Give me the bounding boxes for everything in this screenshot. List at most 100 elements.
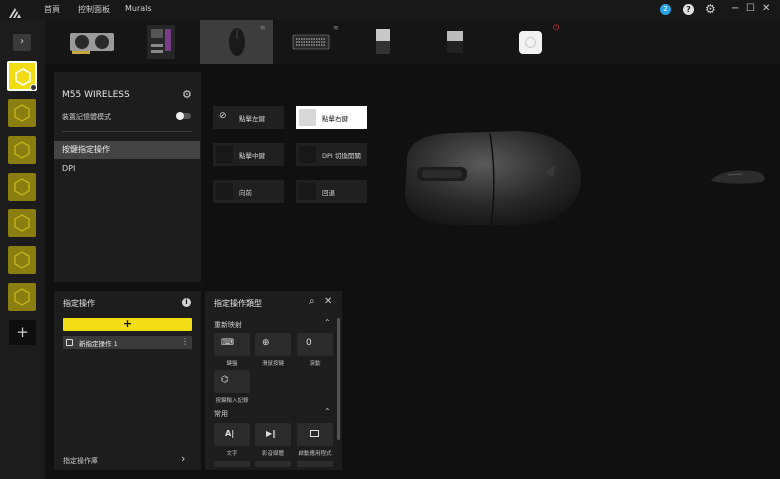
actions-title: 指定操作 xyxy=(63,299,95,308)
divider xyxy=(62,131,192,132)
profile-4[interactable] xyxy=(8,173,36,201)
nav-murals[interactable]: Murals xyxy=(125,4,152,13)
profile-6[interactable] xyxy=(8,246,36,274)
action-item-label: 新指定操作 1 xyxy=(79,340,118,348)
keyboard-tile-label: 鍵盤 xyxy=(226,361,238,367)
mouse-render-image xyxy=(405,131,582,226)
profile-7[interactable] xyxy=(8,283,36,311)
corsair-logo-icon[interactable] xyxy=(8,4,22,18)
expand-sidebar-button[interactable]: › xyxy=(13,34,31,51)
motherboard-icon xyxy=(147,25,175,59)
hub-icon xyxy=(519,31,542,54)
minimize-icon[interactable]: − xyxy=(731,3,739,14)
key-record-tile[interactable]: ⌬ xyxy=(214,370,250,393)
hexagon-icon xyxy=(14,288,30,306)
key-record-tile-label: 按鍵輸入記錄 xyxy=(215,398,249,404)
next-tile-row[interactable] xyxy=(255,461,291,467)
mouse-tile-label: 滑鼠按鍵 xyxy=(261,361,284,367)
nav-dashboard[interactable]: 控制面板 xyxy=(78,4,110,15)
maximize-icon[interactable]: ☐ xyxy=(746,3,755,14)
mouse-side-image xyxy=(711,170,765,184)
chevron-right-icon[interactable]: › xyxy=(181,452,185,465)
add-profile-button[interactable]: + xyxy=(9,320,36,345)
text-tile[interactable]: A| xyxy=(214,423,250,446)
dpi-toggle-button[interactable]: DPI 切換開關 xyxy=(296,143,367,166)
gear-icon[interactable]: ⚙ xyxy=(705,2,716,16)
device-hub[interactable]: ⏻ xyxy=(512,20,559,64)
text-tile-label: 文字 xyxy=(226,451,238,457)
device-gpu[interactable] xyxy=(62,20,122,64)
collapse-remap-icon[interactable]: ⌃ xyxy=(324,318,331,327)
app-window-icon xyxy=(310,430,319,437)
remap-section-label: 重新映射 xyxy=(214,321,242,329)
profile-3[interactable] xyxy=(8,136,36,164)
hexagon-icon xyxy=(15,68,31,86)
device-dongle-2[interactable] xyxy=(437,20,473,64)
menu-dpi[interactable]: DPI xyxy=(54,160,200,178)
button-swatch xyxy=(299,183,316,200)
hexagon-icon xyxy=(14,178,30,196)
action-item[interactable]: 新指定操作 1 ⋮ xyxy=(63,336,192,349)
close-icon[interactable]: ✕ xyxy=(762,3,770,14)
keyboard-key-icon: ⌨ xyxy=(221,338,234,348)
hexagon-icon xyxy=(14,104,30,122)
right-click-button[interactable]: 點擊右鍵 xyxy=(296,106,367,129)
scrollbar[interactable] xyxy=(337,318,340,440)
close-panel-icon[interactable]: ✕ xyxy=(324,296,332,307)
hexagon-icon xyxy=(14,214,30,232)
forward-button[interactable]: 向前 xyxy=(213,180,284,203)
text-icon: A| xyxy=(225,429,235,438)
nav-home[interactable]: 首頁 xyxy=(44,4,60,15)
keyboard-tile[interactable]: ⌨ xyxy=(214,333,250,356)
record-icon: ⌬ xyxy=(221,375,229,385)
next-tile-row[interactable] xyxy=(297,461,333,467)
power-icon: ⏻ xyxy=(553,23,560,32)
middle-click-button[interactable]: 點擊中鍵 xyxy=(213,143,284,166)
mouse-button-tile[interactable]: ⊕ xyxy=(255,333,291,356)
action-types-title: 指定操作類型 xyxy=(214,299,262,308)
add-action-button[interactable]: + xyxy=(63,318,192,331)
profile-5[interactable] xyxy=(8,209,36,237)
profile-1[interactable] xyxy=(7,61,37,91)
help-icon[interactable]: ? xyxy=(683,4,694,15)
memory-mode-toggle[interactable] xyxy=(176,112,191,120)
button-swatch xyxy=(216,183,233,200)
scroll-icon: 0 xyxy=(306,338,312,348)
settings-gear-icon[interactable]: ⚙ xyxy=(182,88,192,101)
media-tile-label: 影音媒體 xyxy=(261,451,284,457)
device-mouse-selected[interactable]: ≋ xyxy=(200,20,273,64)
device-name: M55 WIRELESS xyxy=(62,90,130,100)
disabled-icon: ⊘ xyxy=(219,111,227,121)
notification-badge[interactable]: 2 xyxy=(660,4,671,15)
left-click-button[interactable]: ⊘ 點擊左鍵 xyxy=(213,106,284,129)
status-dot xyxy=(30,84,37,91)
play-pause-icon: ▶‖ xyxy=(266,429,277,438)
wireless-icon: ≋ xyxy=(260,24,266,32)
button-swatch xyxy=(216,146,233,163)
search-icon[interactable]: ⌕ xyxy=(309,296,315,307)
usb-dongle-icon xyxy=(447,31,463,53)
launch-app-tile[interactable] xyxy=(297,423,333,446)
action-library-link[interactable]: 指定操作庫 xyxy=(63,456,98,466)
collapse-common-icon[interactable]: ⌃ xyxy=(324,407,331,416)
more-options-icon[interactable]: ⋮ xyxy=(181,337,189,346)
menu-key-assignment[interactable]: 按鍵指定操作 xyxy=(54,141,200,159)
info-icon[interactable]: i xyxy=(182,298,191,307)
back-button[interactable]: 回退 xyxy=(296,180,367,203)
device-dongle-1[interactable] xyxy=(365,20,401,64)
next-tile-row[interactable] xyxy=(214,461,250,467)
toggle-knob xyxy=(176,112,184,120)
scroll-tile[interactable]: 0 xyxy=(297,333,333,356)
launch-tile-label: 啟動應用程式 xyxy=(298,451,332,457)
device-keyboard[interactable]: ≋ xyxy=(285,20,345,64)
gpu-icon xyxy=(70,33,114,54)
memory-mode-label: 裝置記憶體模式 xyxy=(62,113,111,121)
checkbox[interactable] xyxy=(66,339,73,346)
usb-dongle-icon xyxy=(376,29,390,54)
profile-2[interactable] xyxy=(8,99,36,127)
button-swatch xyxy=(299,146,316,163)
button-swatch xyxy=(299,109,316,126)
media-tile[interactable]: ▶‖ xyxy=(255,423,291,446)
device-motherboard[interactable] xyxy=(135,20,185,64)
common-section-label: 常用 xyxy=(214,410,228,418)
